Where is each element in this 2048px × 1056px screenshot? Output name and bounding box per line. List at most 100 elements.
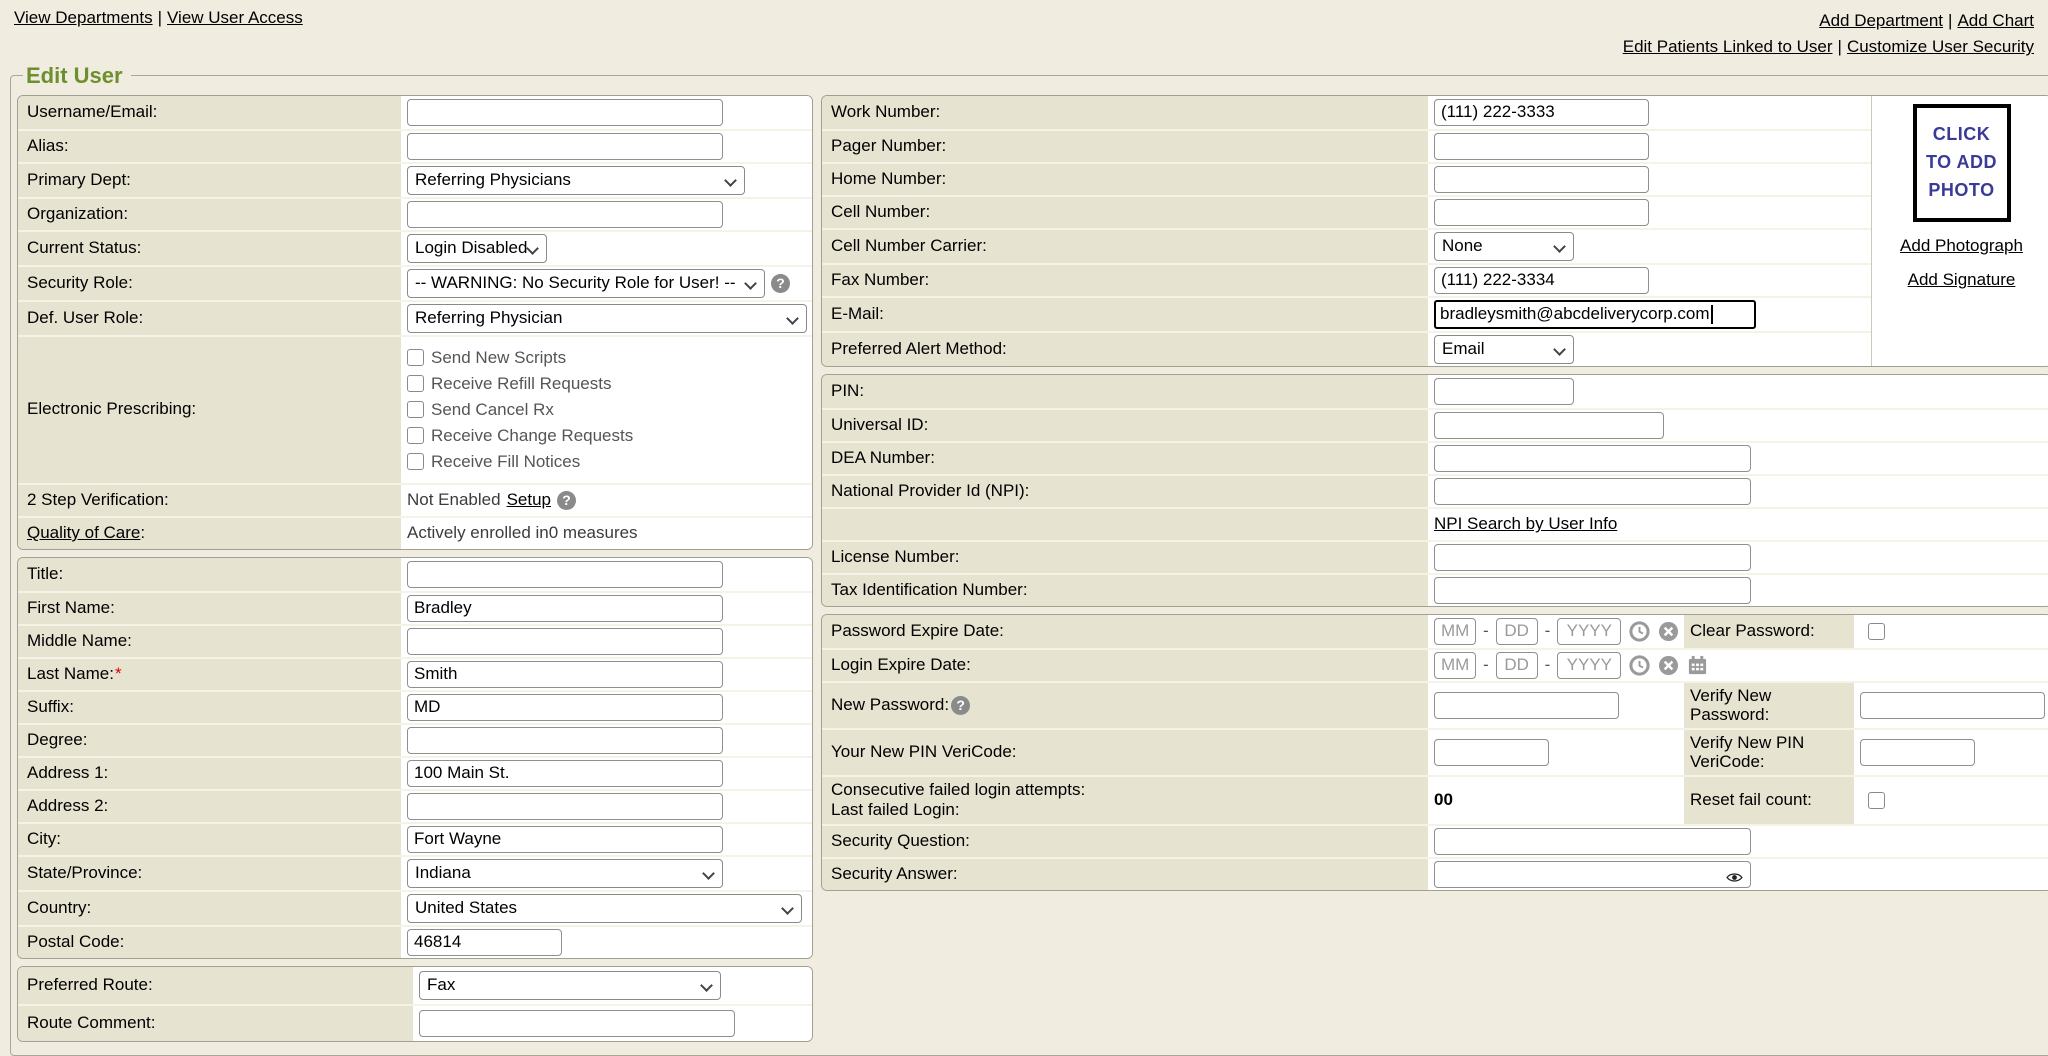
calendar-icon[interactable] (1687, 655, 1708, 676)
license-number-field[interactable] (1434, 544, 1751, 571)
cell-number-label: Cell Number: (831, 202, 930, 222)
customize-user-security-link[interactable]: Customize User Security (1847, 37, 2034, 56)
fax-number-field[interactable] (1434, 267, 1649, 294)
license-number-row: License Number: (822, 540, 2048, 573)
receive-change-requests-checkbox[interactable] (407, 427, 424, 444)
work-number-field[interactable] (1434, 99, 1649, 126)
two-step-setup-link[interactable]: Setup (507, 490, 551, 510)
security-answer-field[interactable] (1434, 861, 1751, 888)
add-signature-link[interactable]: Add Signature (1908, 270, 2016, 290)
receive-refill-requests-checkbox[interactable] (407, 375, 424, 392)
city-field[interactable] (407, 826, 723, 853)
new-password-field[interactable] (1434, 692, 1619, 719)
primary-dept-select[interactable]: Referring Physicians (407, 166, 745, 195)
clear-password-checkbox[interactable] (1868, 623, 1885, 640)
license-number-label: License Number: (831, 547, 960, 567)
clear-date-icon[interactable] (1658, 621, 1679, 642)
send-cancel-rx-checkbox[interactable] (407, 401, 424, 418)
cell-number-field[interactable] (1434, 199, 1649, 226)
last-name-row: Last Name:* (18, 657, 812, 690)
username-field[interactable] (407, 99, 723, 126)
pin-field[interactable] (1434, 378, 1574, 405)
add-department-link[interactable]: Add Department (1819, 11, 1943, 30)
current-status-select[interactable]: Login Disabled (407, 234, 547, 263)
last-name-field[interactable] (407, 661, 723, 688)
state-select[interactable]: Indiana (407, 859, 723, 888)
pin-vericode-field[interactable] (1434, 739, 1549, 766)
alert-method-select[interactable]: Email (1434, 335, 1574, 364)
universal-id-field[interactable] (1434, 412, 1664, 439)
nav-divider: | (1948, 8, 1952, 34)
pager-number-field[interactable] (1434, 133, 1649, 160)
alias-field[interactable] (407, 133, 723, 160)
add-photograph-link[interactable]: Add Photograph (1900, 236, 2023, 256)
cell-carrier-select[interactable]: None (1434, 232, 1574, 261)
add-photo-box[interactable]: CLICK TO ADD PHOTO (1913, 104, 2011, 222)
work-number-label: Work Number: (831, 102, 940, 122)
view-user-access-link[interactable]: View User Access (167, 8, 303, 27)
receive-fill-notices-checkbox[interactable] (407, 453, 424, 470)
identity-group: Title: First Name: Middle Name: Last Nam… (17, 557, 813, 959)
security-question-row: Security Question: (822, 824, 2048, 857)
alias-label: Alias: (27, 136, 69, 156)
suffix-row: Suffix: (18, 690, 812, 723)
help-icon[interactable]: ? (771, 274, 790, 293)
suffix-field[interactable] (407, 694, 723, 721)
add-chart-link[interactable]: Add Chart (1957, 11, 2034, 30)
def-user-role-select[interactable]: Referring Physician (407, 304, 807, 333)
first-name-field[interactable] (407, 595, 723, 622)
city-row: City: (18, 822, 812, 855)
clock-icon[interactable] (1629, 621, 1650, 642)
tax-id-field[interactable] (1434, 577, 1751, 604)
organization-row: Organization: (18, 197, 812, 230)
help-icon[interactable]: ? (557, 491, 576, 510)
verify-new-password-field[interactable] (1860, 692, 2045, 719)
login-expire-dd-field[interactable] (1496, 652, 1538, 679)
send-new-scripts-checkbox[interactable] (407, 349, 424, 366)
verify-pin-vericode-field[interactable] (1860, 739, 1975, 766)
help-icon[interactable]: ? (951, 696, 970, 715)
middle-name-field[interactable] (407, 628, 723, 655)
login-expire-row: Login Expire Date: -- (822, 648, 2048, 681)
password-expire-dd-field[interactable] (1496, 618, 1538, 645)
security-role-select[interactable]: -- WARNING: No Security Role for User! -… (407, 269, 765, 298)
login-expire-yyyy-field[interactable] (1557, 652, 1621, 679)
home-number-field[interactable] (1434, 166, 1649, 193)
clock-icon[interactable] (1629, 655, 1650, 676)
state-row: State/Province: Indiana (18, 855, 812, 890)
two-step-label: 2 Step Verification: (27, 490, 169, 510)
email-field[interactable]: bradleysmith@abcdeliverycorp.com (1434, 300, 1756, 329)
npi-label: National Provider Id (NPI): (831, 481, 1029, 501)
address1-field[interactable] (407, 760, 723, 787)
username-row: Username/Email: (18, 96, 812, 129)
organization-field[interactable] (407, 201, 723, 228)
npi-search-link[interactable]: NPI Search by User Info (1434, 514, 1617, 534)
preferred-route-select[interactable]: Fax (419, 971, 721, 1000)
title-field[interactable] (407, 561, 723, 588)
npi-field[interactable] (1434, 478, 1751, 505)
country-select[interactable]: United States (407, 894, 802, 923)
postal-code-field[interactable] (407, 929, 562, 956)
password-expire-mm-field[interactable] (1434, 618, 1476, 645)
reset-fail-count-checkbox[interactable] (1868, 792, 1885, 809)
password-expire-yyyy-field[interactable] (1557, 618, 1621, 645)
login-expire-mm-field[interactable] (1434, 652, 1476, 679)
preferred-route-label: Preferred Route: (27, 975, 153, 995)
security-role-label: Security Role: (27, 273, 133, 293)
view-departments-link[interactable]: View Departments (14, 8, 153, 27)
quality-of-care-link[interactable]: Quality of Care (27, 523, 140, 543)
electronic-prescribing-label: Electronic Prescribing: (27, 399, 196, 419)
postal-code-row: Postal Code: (18, 925, 812, 958)
address2-field[interactable] (407, 793, 723, 820)
edit-patients-linked-link[interactable]: Edit Patients Linked to User (1623, 37, 1833, 56)
eye-icon[interactable] (1726, 869, 1743, 889)
photo-panel: CLICK TO ADD PHOTO Add Photograph Add Si… (1871, 96, 2048, 366)
route-comment-field[interactable] (419, 1010, 735, 1037)
country-label: Country: (27, 898, 91, 918)
degree-field[interactable] (407, 727, 723, 754)
clear-date-icon[interactable] (1658, 655, 1679, 676)
security-answer-label: Security Answer: (831, 864, 958, 884)
cell-number-row: Cell Number: (822, 195, 1871, 228)
dea-number-field[interactable] (1434, 445, 1751, 472)
security-question-field[interactable] (1434, 828, 1751, 855)
